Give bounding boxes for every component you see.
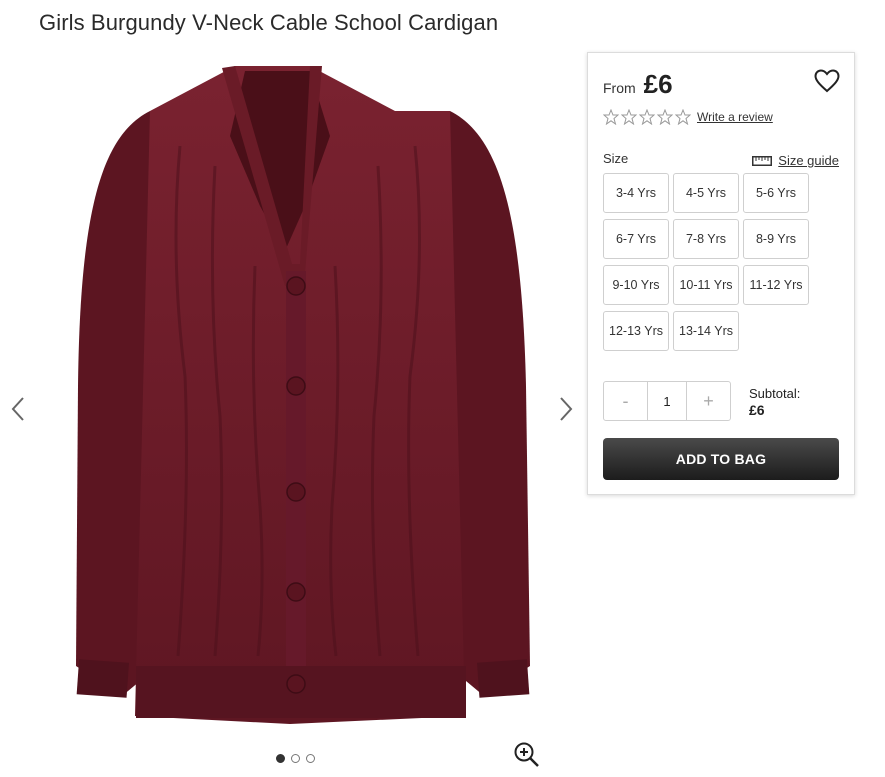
star-outline-icon xyxy=(603,109,619,125)
gallery-dot-3[interactable] xyxy=(306,754,315,763)
size-guide-label: Size guide xyxy=(778,153,839,168)
size-option[interactable]: 11-12 Yrs xyxy=(743,265,809,305)
size-option[interactable]: 7-8 Yrs xyxy=(673,219,739,259)
star-outline-icon xyxy=(675,109,691,125)
write-review-link[interactable]: Write a review xyxy=(697,110,773,124)
star-outline-icon xyxy=(639,109,655,125)
product-image xyxy=(76,66,530,724)
add-to-bag-button[interactable]: ADD TO BAG xyxy=(603,438,839,480)
size-option[interactable]: 10-11 Yrs xyxy=(673,265,739,305)
star-outline-icon xyxy=(621,109,637,125)
size-selector: 3-4 Yrs 4-5 Yrs 5-6 Yrs 6-7 Yrs 7-8 Yrs … xyxy=(603,173,809,351)
chevron-left-icon[interactable] xyxy=(6,394,30,424)
gallery-dot-2[interactable] xyxy=(291,754,300,763)
product-title: Girls Burgundy V-Neck Cable School Cardi… xyxy=(39,10,499,35)
size-option[interactable]: 9-10 Yrs xyxy=(603,265,669,305)
quantity-decrease-button[interactable]: - xyxy=(604,382,647,420)
subtotal: Subtotal: £6 xyxy=(749,385,800,419)
size-label: Size xyxy=(603,151,629,166)
star-outline-icon xyxy=(657,109,673,125)
size-option[interactable]: 12-13 Yrs xyxy=(603,311,669,351)
quantity-input[interactable] xyxy=(647,382,687,420)
subtotal-value: £6 xyxy=(749,402,765,418)
ruler-icon xyxy=(752,155,773,166)
size-option[interactable]: 4-5 Yrs xyxy=(673,173,739,213)
price-row: From £6 xyxy=(603,69,673,100)
price-prefix: From xyxy=(603,80,636,96)
quantity-stepper: - + xyxy=(603,381,731,421)
size-option[interactable]: 5-6 Yrs xyxy=(743,173,809,213)
star-rating xyxy=(603,109,691,125)
gallery-dot-1[interactable] xyxy=(276,754,285,763)
size-option[interactable]: 3-4 Yrs xyxy=(603,173,669,213)
price: £6 xyxy=(643,69,673,99)
subtotal-label: Subtotal: xyxy=(749,386,801,401)
quantity-increase-button[interactable]: + xyxy=(687,382,730,420)
product-gallery xyxy=(0,46,580,777)
rating-row: Write a review xyxy=(603,109,773,125)
size-option[interactable]: 13-14 Yrs xyxy=(673,311,739,351)
zoom-in-icon[interactable] xyxy=(513,741,541,769)
size-guide-link[interactable]: Size guide xyxy=(752,153,839,168)
chevron-right-icon[interactable] xyxy=(554,394,578,424)
heart-icon[interactable] xyxy=(814,69,840,93)
size-option[interactable]: 8-9 Yrs xyxy=(743,219,809,259)
size-option[interactable]: 6-7 Yrs xyxy=(603,219,669,259)
purchase-panel: From £6 Write a review Size Size guide 3… xyxy=(587,52,855,495)
gallery-pagination xyxy=(276,754,315,763)
